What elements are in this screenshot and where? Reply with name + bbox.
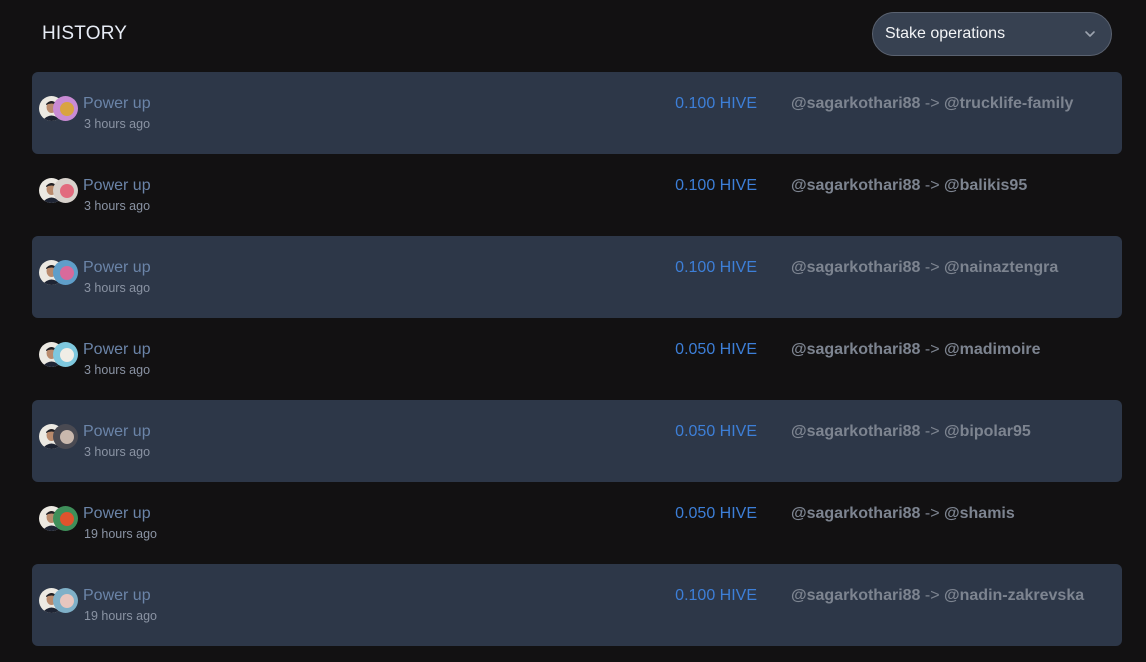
transfer-arrow: -> bbox=[924, 95, 945, 112]
operation-time: 3 hours ago bbox=[84, 363, 151, 377]
history-row[interactable]: Power up 3 hours ago 0.100 HIVE @sagarko… bbox=[32, 154, 1122, 236]
avatar-pair bbox=[39, 96, 79, 122]
history-row[interactable]: Power up 19 hours ago 0.050 HIVE @sagark… bbox=[32, 482, 1122, 564]
operation-parties: @sagarkothari88 -> @balikis95 bbox=[791, 177, 1027, 195]
operation-parties: @sagarkothari88 -> @nainaztengra bbox=[791, 259, 1058, 277]
to-account-link[interactable]: @balikis95 bbox=[944, 177, 1027, 194]
avatar-pair bbox=[39, 588, 79, 614]
from-account-link[interactable]: @sagarkothari88 bbox=[791, 177, 920, 194]
operation-time: 3 hours ago bbox=[84, 281, 151, 295]
operation-amount: 0.100 HIVE bbox=[675, 259, 757, 276]
to-account-link[interactable]: @trucklife-family bbox=[944, 95, 1073, 112]
operation-amount: 0.100 HIVE bbox=[675, 95, 757, 112]
history-list: Power up 3 hours ago 0.100 HIVE @sagarko… bbox=[32, 72, 1122, 646]
history-header: HISTORY Stake operations bbox=[0, 0, 1146, 68]
transfer-arrow: -> bbox=[924, 505, 945, 522]
avatar-pair bbox=[39, 260, 79, 286]
from-account-link[interactable]: @sagarkothari88 bbox=[791, 505, 920, 522]
operation-parties: @sagarkothari88 -> @trucklife-family bbox=[791, 95, 1073, 113]
operation-type[interactable]: Power up bbox=[83, 95, 151, 113]
history-row[interactable]: Power up 3 hours ago 0.050 HIVE @sagarko… bbox=[32, 318, 1122, 400]
history-row[interactable]: Power up 3 hours ago 0.100 HIVE @sagarko… bbox=[32, 236, 1122, 318]
chevron-down-icon bbox=[1083, 27, 1097, 41]
page-title: HISTORY bbox=[42, 23, 128, 44]
operation-type[interactable]: Power up bbox=[83, 259, 151, 277]
operation-amount: 0.050 HIVE bbox=[675, 505, 757, 522]
operation-filter-select[interactable]: Stake operations bbox=[872, 12, 1112, 56]
operation-amount: 0.100 HIVE bbox=[675, 177, 757, 194]
to-avatar[interactable] bbox=[53, 506, 78, 531]
to-avatar[interactable] bbox=[53, 424, 78, 449]
operation-type[interactable]: Power up bbox=[83, 505, 151, 523]
to-avatar[interactable] bbox=[53, 178, 78, 203]
to-account-link[interactable]: @shamis bbox=[944, 505, 1015, 522]
operation-time: 3 hours ago bbox=[84, 199, 151, 213]
transfer-arrow: -> bbox=[924, 423, 945, 440]
operation-parties: @sagarkothari88 -> @nadin-zakrevska bbox=[791, 587, 1084, 605]
avatar-pair bbox=[39, 342, 79, 368]
operation-time: 3 hours ago bbox=[84, 445, 151, 459]
transfer-arrow: -> bbox=[924, 587, 945, 604]
to-avatar[interactable] bbox=[53, 96, 78, 121]
from-account-link[interactable]: @sagarkothari88 bbox=[791, 587, 920, 604]
operation-parties: @sagarkothari88 -> @madimoire bbox=[791, 341, 1041, 359]
history-row[interactable]: Power up 3 hours ago 0.050 HIVE @sagarko… bbox=[32, 400, 1122, 482]
operation-amount: 0.100 HIVE bbox=[675, 587, 757, 604]
from-account-link[interactable]: @sagarkothari88 bbox=[791, 259, 920, 276]
avatar-pair bbox=[39, 506, 79, 532]
operation-time: 3 hours ago bbox=[84, 117, 151, 131]
operation-parties: @sagarkothari88 -> @bipolar95 bbox=[791, 423, 1031, 441]
from-account-link[interactable]: @sagarkothari88 bbox=[791, 341, 920, 358]
operation-amount: 0.050 HIVE bbox=[675, 341, 757, 358]
operation-time: 19 hours ago bbox=[84, 609, 157, 623]
operation-type[interactable]: Power up bbox=[83, 587, 151, 605]
operation-type[interactable]: Power up bbox=[83, 423, 151, 441]
avatar-pair bbox=[39, 178, 79, 204]
to-account-link[interactable]: @bipolar95 bbox=[944, 423, 1031, 440]
operation-type[interactable]: Power up bbox=[83, 177, 151, 195]
history-row[interactable]: Power up 19 hours ago 0.100 HIVE @sagark… bbox=[32, 564, 1122, 646]
filter-selected-value: Stake operations bbox=[885, 25, 1006, 42]
transfer-arrow: -> bbox=[924, 259, 945, 276]
history-row[interactable]: Power up 3 hours ago 0.100 HIVE @sagarko… bbox=[32, 72, 1122, 154]
to-avatar[interactable] bbox=[53, 260, 78, 285]
operation-parties: @sagarkothari88 -> @shamis bbox=[791, 505, 1015, 523]
transfer-arrow: -> bbox=[924, 341, 945, 358]
history-page: HISTORY Stake operations Power up 3 hour… bbox=[0, 0, 1146, 662]
from-account-link[interactable]: @sagarkothari88 bbox=[791, 423, 920, 440]
operation-time: 19 hours ago bbox=[84, 527, 157, 541]
avatar-pair bbox=[39, 424, 79, 450]
operation-type[interactable]: Power up bbox=[83, 341, 151, 359]
to-account-link[interactable]: @madimoire bbox=[944, 341, 1041, 358]
to-avatar[interactable] bbox=[53, 342, 78, 367]
from-account-link[interactable]: @sagarkothari88 bbox=[791, 95, 920, 112]
to-account-link[interactable]: @nadin-zakrevska bbox=[944, 587, 1084, 604]
transfer-arrow: -> bbox=[924, 177, 945, 194]
to-avatar[interactable] bbox=[53, 588, 78, 613]
operation-amount: 0.050 HIVE bbox=[675, 423, 757, 440]
to-account-link[interactable]: @nainaztengra bbox=[944, 259, 1058, 276]
